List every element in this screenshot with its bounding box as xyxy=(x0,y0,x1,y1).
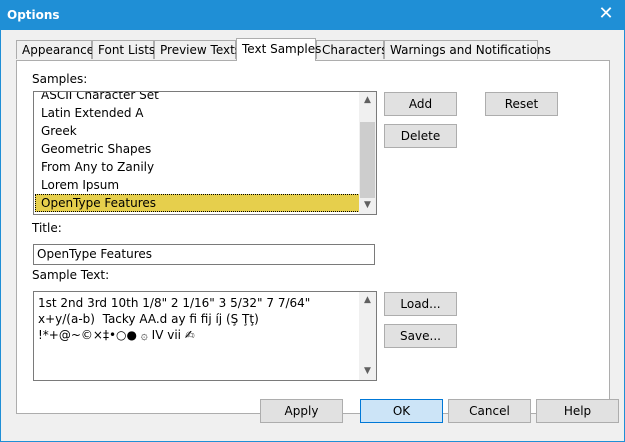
tab-preview-texts[interactable]: Preview Texts xyxy=(154,40,241,59)
samples-label: Samples: xyxy=(32,72,88,86)
list-item[interactable]: ASCII Character Set xyxy=(35,92,360,104)
close-icon[interactable]: ✕ xyxy=(593,3,619,25)
scroll-down-icon[interactable]: ▼ xyxy=(359,363,376,380)
scroll-up-icon[interactable]: ▲ xyxy=(359,92,376,109)
window-title: Options xyxy=(7,8,60,22)
title-label: Title: xyxy=(32,221,62,235)
samples-list: ASCII Character Set Latin Extended A Gre… xyxy=(35,92,360,212)
list-item-selected[interactable]: OpenType Features xyxy=(35,194,360,212)
tab-appearance[interactable]: Appearance xyxy=(16,40,94,59)
list-item[interactable]: Lorem Ipsum xyxy=(35,176,360,194)
title-field[interactable]: OpenType Features xyxy=(33,244,375,265)
options-dialog: Options ✕ Appearance Font Lists Preview … xyxy=(0,0,625,442)
dialog-body: Appearance Font Lists Preview Texts Text… xyxy=(1,30,624,441)
title-bar[interactable]: Options ✕ xyxy=(0,0,625,30)
scroll-up-icon[interactable]: ▲ xyxy=(359,292,376,309)
delete-button[interactable]: Delete xyxy=(384,124,457,148)
samples-scrollbar[interactable]: ▲ ▼ xyxy=(359,92,376,214)
sample-text-content[interactable]: 1st 2nd 3rd 10th 1/8" 2 1/16" 3 5/32" 7 … xyxy=(38,295,358,343)
tab-characters[interactable]: Characters xyxy=(316,40,388,59)
save-button[interactable]: Save... xyxy=(384,324,457,348)
scroll-thumb[interactable] xyxy=(360,122,375,198)
ok-button[interactable]: OK xyxy=(360,399,443,423)
tab-warnings-notifications[interactable]: Warnings and Notifications xyxy=(384,40,551,59)
scroll-down-icon[interactable]: ▼ xyxy=(359,197,376,214)
list-item[interactable]: Geometric Shapes xyxy=(35,140,360,158)
tab-font-lists[interactable]: Font Lists xyxy=(92,40,155,59)
sample-text-scrollbar[interactable]: ▲ ▼ xyxy=(359,292,376,380)
cancel-button[interactable]: Cancel xyxy=(448,399,531,423)
list-item[interactable]: From Any to Zanily xyxy=(35,158,360,176)
add-button[interactable]: Add xyxy=(384,92,457,116)
text-samples-page: Samples: ASCII Character Set Latin Exten… xyxy=(16,60,610,414)
help-button[interactable]: Help xyxy=(536,399,619,423)
load-button[interactable]: Load... xyxy=(384,292,457,316)
list-item[interactable]: Latin Extended A xyxy=(35,104,360,122)
apply-button[interactable]: Apply xyxy=(260,399,343,423)
tab-text-samples[interactable]: Text Samples xyxy=(236,38,321,61)
list-item[interactable]: Greek xyxy=(35,122,360,140)
samples-listbox[interactable]: ASCII Character Set Latin Extended A Gre… xyxy=(33,91,377,215)
sample-text-label: Sample Text: xyxy=(32,268,110,282)
sample-text-area[interactable]: 1st 2nd 3rd 10th 1/8" 2 1/16" 3 5/32" 7 … xyxy=(33,291,377,381)
reset-button[interactable]: Reset xyxy=(485,92,558,116)
